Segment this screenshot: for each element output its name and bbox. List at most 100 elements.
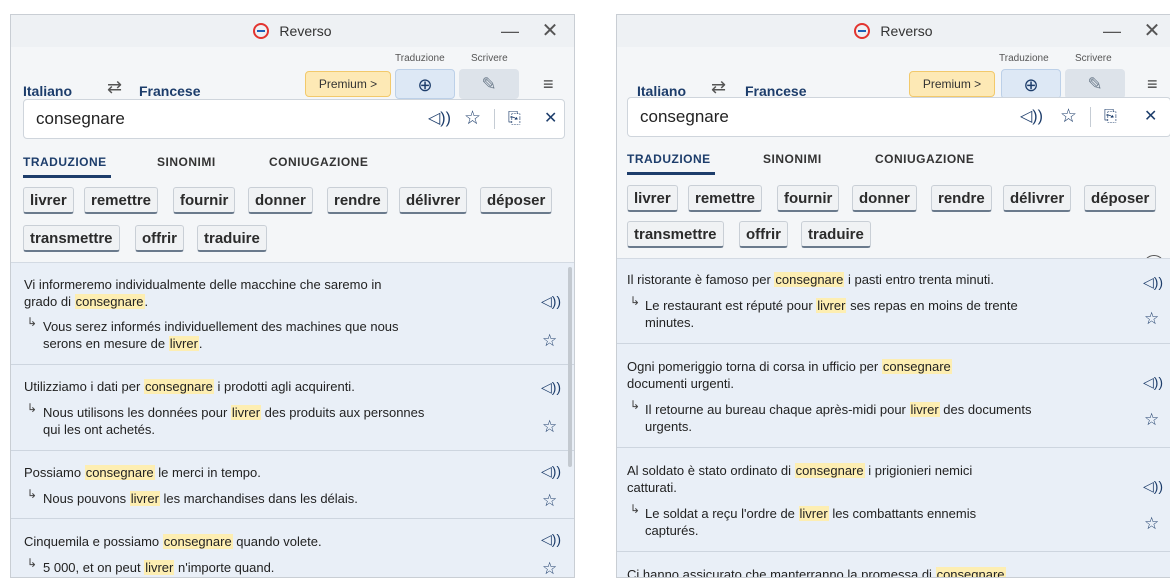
- tab-coniugazione[interactable]: CONIUGAZIONE: [269, 155, 368, 169]
- swap-languages-icon[interactable]: ⇄: [107, 77, 122, 98]
- chip-livrer[interactable]: livrer: [627, 185, 678, 212]
- example-source: Ogni pomeriggio torna di corsa in uffici…: [627, 359, 952, 391]
- swap-languages-icon[interactable]: ⇄: [711, 77, 726, 98]
- chip-transmettre[interactable]: transmettre: [627, 221, 724, 248]
- chip-offrir[interactable]: offrir: [739, 221, 788, 248]
- search-box[interactable]: consegnare ◁)) ☆ ⎘ ✕: [23, 99, 565, 139]
- reverso-window-left: Reverso — ✕ Italiano ⇄ Francese Premium …: [10, 14, 575, 578]
- example-item[interactable]: Ci hanno assicurato che manterranno la p…: [617, 552, 1170, 577]
- translate-mode-button[interactable]: ⊕: [395, 69, 455, 99]
- translate-mode-label: Traduzione: [999, 53, 1049, 64]
- translate-mode-label: Traduzione: [395, 53, 445, 64]
- example-item[interactable]: Utilizziamo i dati per consegnare i prod…: [11, 365, 574, 451]
- arrow-icon: ↳: [27, 401, 38, 415]
- favorite-star-icon[interactable]: ☆: [1060, 98, 1077, 136]
- chip-deposer[interactable]: déposer: [1084, 185, 1157, 212]
- scrollbar[interactable]: [568, 267, 572, 467]
- chip-deposer[interactable]: déposer: [480, 187, 553, 214]
- clear-icon[interactable]: ✕: [544, 100, 557, 138]
- example-translation: Nous utilisons les données pour livrer d…: [43, 405, 425, 437]
- examples-list: Il ristorante è famoso per consegnare i …: [617, 258, 1170, 577]
- source-language-button[interactable]: Italiano: [23, 83, 72, 99]
- menu-icon[interactable]: ≡: [543, 74, 554, 95]
- window-title: Reverso: [11, 15, 574, 47]
- clear-icon[interactable]: ✕: [1144, 98, 1157, 136]
- language-bar: Italiano ⇄ Francese Premium > Traduzione…: [11, 47, 574, 105]
- example-item[interactable]: Al soldato è stato ordinato di consegnar…: [617, 448, 1170, 552]
- favorite-star-icon[interactable]: ☆: [464, 100, 481, 138]
- copy-icon[interactable]: ⎘: [1104, 98, 1117, 136]
- example-item[interactable]: Vi informeremo individualmente delle mac…: [11, 263, 574, 365]
- speaker-icon[interactable]: ◁)): [541, 379, 561, 396]
- speaker-icon[interactable]: ◁)): [1143, 374, 1163, 391]
- active-tab-indicator: [627, 172, 715, 175]
- star-icon[interactable]: ☆: [542, 331, 557, 351]
- close-window-button[interactable]: ✕: [532, 15, 568, 47]
- speaker-icon[interactable]: ◁)): [541, 293, 561, 310]
- chip-traduire[interactable]: traduire: [197, 225, 267, 252]
- quill-icon: ✎: [481, 74, 497, 94]
- speaker-icon[interactable]: ◁)): [428, 100, 451, 138]
- star-icon[interactable]: ☆: [1144, 514, 1159, 534]
- target-language-button[interactable]: Francese: [139, 83, 200, 99]
- chip-donner[interactable]: donner: [852, 185, 917, 212]
- search-input[interactable]: consegnare: [640, 98, 729, 136]
- example-translation: Vous serez informés individuellement des…: [43, 319, 399, 351]
- chip-delivrer[interactable]: délivrer: [399, 187, 468, 214]
- chip-remettre[interactable]: remettre: [84, 187, 159, 214]
- translate-mode-button[interactable]: ⊕: [1001, 69, 1061, 99]
- speaker-icon[interactable]: ◁)): [1143, 274, 1163, 291]
- globe-icon: ⊕: [1023, 75, 1039, 95]
- globe-icon: ⊕: [417, 75, 433, 95]
- divider: [494, 109, 495, 129]
- example-item[interactable]: Ogni pomeriggio torna di corsa in uffici…: [617, 344, 1170, 448]
- minimize-button[interactable]: —: [492, 15, 528, 47]
- tab-sinonimi[interactable]: SINONIMI: [763, 152, 822, 166]
- chip-transmettre[interactable]: transmettre: [23, 225, 120, 252]
- write-mode-label: Scrivere: [471, 53, 508, 64]
- star-icon[interactable]: ☆: [542, 417, 557, 437]
- chip-traduire[interactable]: traduire: [801, 221, 871, 248]
- star-icon[interactable]: ☆: [542, 491, 557, 511]
- chip-fournir[interactable]: fournir: [777, 185, 840, 212]
- arrow-icon: ↳: [27, 315, 38, 329]
- menu-icon[interactable]: ≡: [1147, 74, 1158, 95]
- tab-traduzione[interactable]: TRADUZIONE: [23, 155, 107, 169]
- star-icon[interactable]: ☆: [1144, 410, 1159, 430]
- chip-fournir[interactable]: fournir: [173, 187, 236, 214]
- chip-livrer[interactable]: livrer: [23, 187, 74, 214]
- title-bar: Reverso — ✕: [11, 15, 574, 47]
- speaker-icon[interactable]: ◁)): [541, 463, 561, 480]
- star-icon[interactable]: ☆: [542, 559, 557, 577]
- example-item[interactable]: Cinquemila e possiamo consegnare quando …: [11, 519, 574, 577]
- chip-donner[interactable]: donner: [248, 187, 313, 214]
- speaker-icon[interactable]: ◁)): [1143, 478, 1163, 495]
- chip-remettre[interactable]: remettre: [688, 185, 763, 212]
- write-mode-button[interactable]: ✎: [1065, 69, 1125, 99]
- example-source: Cinquemila e possiamo consegnare quando …: [24, 534, 322, 549]
- app-title: Reverso: [279, 23, 332, 39]
- premium-button[interactable]: Premium >: [305, 71, 391, 97]
- search-box[interactable]: consegnare ◁)) ☆ ⎘ ✕: [627, 97, 1170, 137]
- write-mode-button[interactable]: ✎: [459, 69, 519, 99]
- search-input[interactable]: consegnare: [36, 100, 125, 138]
- chip-offrir[interactable]: offrir: [135, 225, 184, 252]
- premium-button[interactable]: Premium >: [909, 71, 995, 97]
- star-icon[interactable]: ☆: [1144, 309, 1159, 329]
- chip-delivrer[interactable]: délivrer: [1003, 185, 1072, 212]
- tab-coniugazione[interactable]: CONIUGAZIONE: [875, 152, 974, 166]
- chip-rendre[interactable]: rendre: [327, 187, 388, 214]
- example-source: Al soldato è stato ordinato di consegnar…: [627, 463, 973, 495]
- tab-traduzione[interactable]: TRADUZIONE: [627, 152, 711, 166]
- close-window-button[interactable]: ✕: [1134, 15, 1170, 47]
- app-title: Reverso: [880, 23, 933, 39]
- tab-sinonimi[interactable]: SINONIMI: [157, 155, 216, 169]
- minimize-button[interactable]: —: [1094, 15, 1130, 47]
- example-source: Vi informeremo individualmente delle mac…: [24, 277, 382, 309]
- speaker-icon[interactable]: ◁)): [541, 531, 561, 548]
- chip-rendre[interactable]: rendre: [931, 185, 992, 212]
- example-item[interactable]: Possiamo consegnare le merci in tempo. ↳…: [11, 451, 574, 519]
- speaker-icon[interactable]: ◁)): [1020, 98, 1043, 136]
- example-item[interactable]: Il ristorante è famoso per consegnare i …: [617, 259, 1170, 344]
- copy-icon[interactable]: ⎘: [508, 100, 521, 138]
